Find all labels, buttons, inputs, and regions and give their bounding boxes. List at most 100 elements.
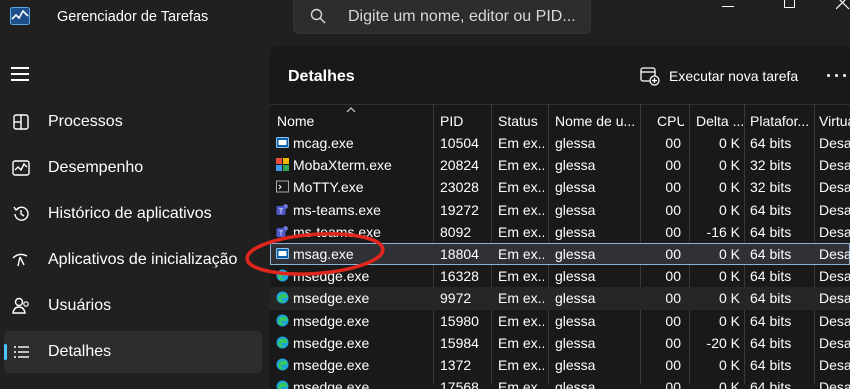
new-task-icon (640, 67, 660, 86)
cell-virt: Desa... (819, 157, 850, 174)
cell-platform: 64 bits (750, 268, 792, 285)
cell-virt: Desa... (819, 290, 850, 307)
search-box[interactable]: Digite um nome, editor ou PID... (293, 0, 591, 34)
cell-virt: Desa... (819, 223, 850, 240)
cell-status: Em ex... (498, 379, 544, 389)
svg-text:T: T (279, 230, 284, 237)
table-row[interactable]: MobaXterm.exe 20824 Em ex... glessa 00 0 K 32 … (270, 154, 850, 176)
startup-icon (12, 253, 28, 267)
maximize-button[interactable] (784, 0, 795, 8)
cell-status: Em ex... (498, 357, 544, 373)
table-row[interactable]: msedge.exe 1372 Em ex... glessa 00 0 K 64 bits… (270, 354, 850, 376)
process-name: mcag.exe (293, 135, 354, 151)
edge-icon (276, 314, 289, 327)
cell-user: glessa (555, 357, 596, 373)
cell-delta: 0 K (718, 179, 740, 196)
table-row[interactable]: msedge.exe 16328 Em ex... glessa 00 0 K 64 bit… (270, 265, 850, 287)
processes-icon (13, 114, 29, 130)
sidebar-item-desempenho[interactable]: Desempenho (4, 147, 262, 189)
column-header-delta[interactable]: Delta ... (696, 113, 746, 129)
cell-pid: 23028 (440, 179, 479, 196)
cell-platform: 64 bits (750, 357, 792, 373)
cell-virt: Desa... (819, 357, 850, 373)
column-header-status[interactable]: Status (498, 113, 548, 129)
hamburger-menu-icon[interactable] (11, 67, 29, 81)
cell-delta: 0 K (718, 357, 740, 373)
cell-pid: 16328 (440, 268, 479, 285)
column-header-pid[interactable]: PID (440, 113, 490, 129)
cell-status: Em ex... (498, 135, 544, 151)
process-name: msedge.exe (293, 312, 370, 329)
cell-status: Em ex... (498, 334, 544, 351)
cell-user: glessa (555, 290, 596, 307)
search-icon (310, 8, 326, 24)
sidebar-item-inicializacao[interactable]: Aplicativos de inicialização (4, 239, 262, 281)
table-row[interactable]: MoTTY.exe 23028 Em ex... glessa 00 0 K 32 bits… (270, 176, 850, 198)
table-row[interactable]: mcag.exe 10504 Em ex... glessa 00 0 K 64 bits D… (270, 132, 850, 154)
cell-delta: -20 K (706, 334, 740, 351)
edge-icon (276, 269, 289, 282)
cell-user: glessa (555, 157, 596, 174)
column-header-plataforma[interactable]: Platafor... (750, 113, 812, 129)
column-header-nome[interactable]: Nome (277, 113, 427, 129)
sidebar-item-processos[interactable]: Processos (4, 101, 262, 143)
cell-pid: 19272 (440, 201, 479, 218)
cell-pid: 18804 (440, 246, 479, 262)
table-row[interactable]: msedge.exe 15984 Em ex... glessa 00 -20 K 64 b… (270, 332, 850, 354)
process-name: msedge.exe (293, 290, 370, 307)
sidebar-item-detalhes[interactable]: Detalhes (4, 331, 262, 373)
edge-icon (276, 380, 289, 389)
process-name: MoTTY.exe (293, 179, 364, 196)
active-indicator (4, 344, 7, 360)
cell-user: glessa (555, 379, 596, 389)
cell-user: glessa (555, 312, 596, 329)
sidebar-item-label: Desempenho (48, 159, 144, 176)
mobaxterm-icon (276, 158, 289, 172)
table-row[interactable]: msedge.exe 15980 Em ex... glessa 00 0 K 64 bit… (270, 310, 850, 332)
cell-user: glessa (555, 179, 596, 196)
sidebar-item-usuarios[interactable]: Usuários (4, 285, 262, 327)
cell-platform: 64 bits (750, 379, 792, 389)
table-row[interactable]: msedge.exe 17568 Em ex... glessa 00 0 K 64 bit… (270, 376, 850, 389)
cell-pid: 1372 (440, 357, 472, 373)
run-new-task-label: Executar nova tarefa (669, 68, 799, 84)
cell-status: Em ex... (498, 157, 544, 174)
search-input[interactable]: Digite um nome, editor ou PID... (348, 8, 576, 26)
sidebar-item-historico[interactable]: Histórico de aplicativos (4, 193, 262, 235)
process-name: msedge.exe (293, 334, 370, 351)
edge-icon (276, 291, 289, 304)
table-row[interactable]: msag.exe 18804 Em ex... glessa 00 0 K 64 bits D… (270, 243, 850, 266)
cell-cpu: 00 (665, 312, 681, 329)
teams-icon: T (276, 225, 288, 237)
cell-status: Em ex... (498, 179, 544, 196)
cell-delta: 0 K (718, 268, 740, 285)
more-options-icon[interactable] (827, 74, 850, 80)
sidebar-item-label: Histórico de aplicativos (48, 205, 212, 222)
column-header-usuario[interactable]: Nome de u... (555, 113, 637, 129)
sidebar-item-label: Usuários (48, 297, 112, 314)
table-row[interactable]: Tms-teams.exe 19272 Em ex... glessa 00 0 K 64 … (270, 199, 850, 221)
column-header-virtualizacao[interactable]: Virtua (819, 113, 850, 129)
cell-virt: Desa... (819, 312, 850, 329)
cell-cpu: 00 (665, 334, 681, 351)
close-icon[interactable] (836, 0, 850, 10)
process-name: msag.exe (293, 246, 354, 262)
cell-cpu: 00 (665, 135, 681, 151)
cell-user: glessa (555, 201, 596, 218)
cell-delta: 0 K (718, 201, 740, 218)
cell-status: Em ex... (498, 223, 544, 240)
table-row[interactable]: msedge.exe 9972 Em ex... glessa 00 0 K 64 bits… (270, 287, 850, 310)
minimize-button[interactable] (722, 6, 734, 7)
cell-virt: Desa... (819, 135, 850, 151)
table-row[interactable]: Tms-teams.exe 8092 Em ex... glessa 00 -16 K 64… (270, 221, 850, 243)
cell-platform: 64 bits (750, 135, 792, 151)
column-header-cpu[interactable]: CPU (657, 113, 684, 129)
cell-virt: Desa... (819, 334, 850, 351)
cell-delta: 0 K (718, 246, 740, 262)
app-window-icon (276, 248, 289, 259)
cell-user: glessa (555, 135, 596, 151)
cell-pid: 15984 (440, 334, 479, 351)
sidebar: Processos Desempenho Histórico de aplica… (0, 40, 268, 389)
cell-delta: 0 K (718, 135, 740, 151)
cell-status: Em ex... (498, 201, 544, 218)
